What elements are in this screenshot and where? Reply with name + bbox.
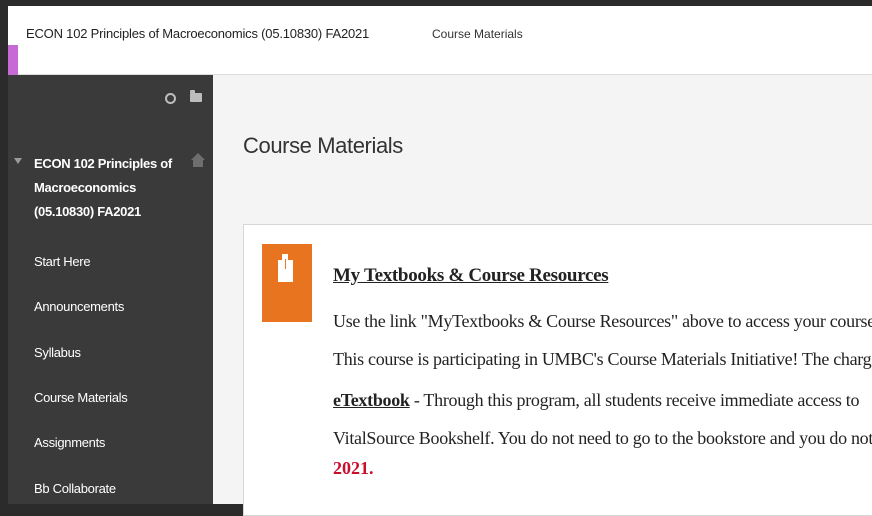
home-icon[interactable]: [191, 153, 205, 167]
item-description-line: eTextbook - Through this program, all st…: [333, 390, 859, 411]
breadcrumb-bar: ECON 102 Principles of Macroeconomics (0…: [8, 6, 872, 75]
document-icon: [262, 244, 312, 322]
sidebar-item-course-materials[interactable]: Course Materials: [34, 390, 128, 405]
item-description-line: Use the link "MyTextbooks & Course Resou…: [333, 311, 872, 331]
course-menu-toolbar: [8, 75, 213, 121]
sidebar-course-title[interactable]: ECON 102 Principles of Macroeconomics (0…: [34, 152, 184, 224]
sidebar-item-assignments[interactable]: Assignments: [34, 435, 105, 450]
sidebar-item-start-here[interactable]: Start Here: [34, 254, 91, 269]
etextbook-link[interactable]: eTextbook: [333, 390, 410, 410]
course-menu-sidebar: ECON 102 Principles of Macroeconomics (0…: [8, 75, 213, 504]
item-description-line: This course is participating in UMBC's C…: [333, 349, 872, 369]
sidebar-item-bb-collaborate[interactable]: Bb Collaborate: [34, 481, 116, 496]
folder-icon[interactable]: [190, 90, 202, 102]
content-item: My Textbooks & Course Resources Use the …: [243, 224, 872, 516]
collapse-caret-icon[interactable]: [14, 158, 22, 164]
item-title-link[interactable]: My Textbooks & Course Resources: [333, 265, 609, 287]
etextbook-description: - Through this program, all students rec…: [409, 390, 860, 410]
item-description-line: VitalSource Bookshelf. You do not need t…: [333, 428, 872, 448]
refresh-icon[interactable]: [165, 93, 176, 104]
sidebar-item-syllabus[interactable]: Syllabus: [34, 345, 81, 360]
main-content: Course Materials My Textbooks & Course R…: [213, 75, 872, 516]
breadcrumb-course-link[interactable]: ECON 102 Principles of Macroeconomics (0…: [26, 26, 369, 41]
sidebar-item-announcements[interactable]: Announcements: [34, 299, 124, 314]
page-title: Course Materials: [243, 133, 403, 158]
breadcrumb-current-page: Course Materials: [432, 27, 523, 41]
deadline-date: 2021.: [333, 458, 374, 478]
